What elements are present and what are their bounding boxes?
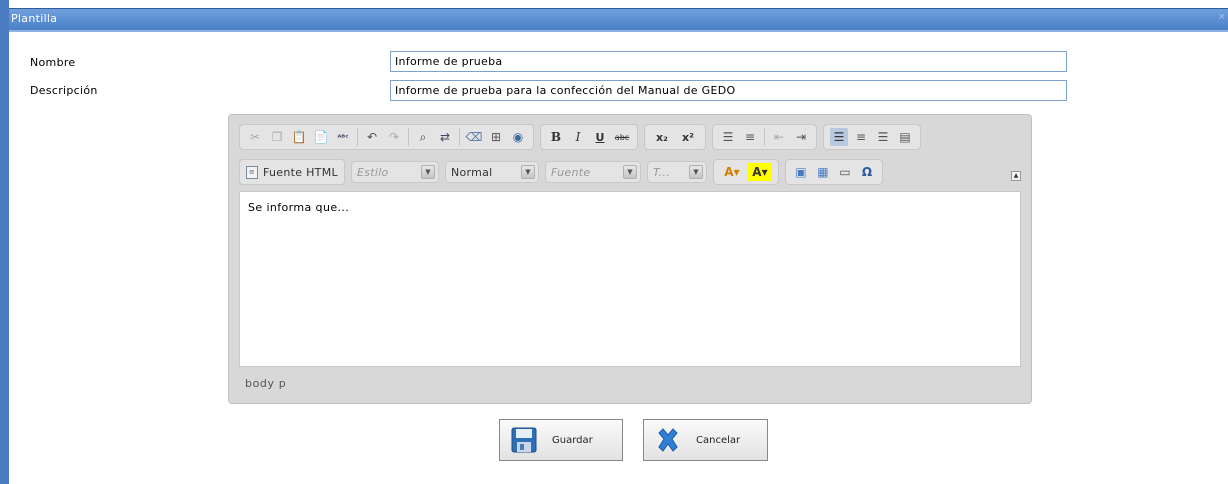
style-combo[interactable]: Estilo ▼ xyxy=(350,161,439,183)
replace-icon[interactable]: ⇄ xyxy=(436,128,454,146)
background-color-icon[interactable]: A▾ xyxy=(747,163,772,181)
rich-text-editor: ✂ ❐ 📋 📄 ᴬᴮᶜ ↶ ↷ ⌕ ⇄ ⌫ ⊞ ◉ B I U abc x₂ x… xyxy=(228,114,1032,404)
descripcion-input[interactable]: Informe de prueba para la confección del… xyxy=(390,80,1067,101)
outdent-icon[interactable]: ⇤ xyxy=(770,128,788,146)
undo-icon[interactable]: ↶ xyxy=(363,128,381,146)
insert-group: ▣ ▦ ▭ Ω xyxy=(784,159,883,185)
subscript-button[interactable]: x₂ xyxy=(651,128,673,146)
strikethrough-button[interactable]: abc xyxy=(613,128,631,146)
font-combo-label: Fuente xyxy=(550,165,591,179)
script-group: x₂ x² xyxy=(644,124,706,150)
editor-toolbar-row-1: ✂ ❐ 📋 📄 ᴬᴮᶜ ↶ ↷ ⌕ ⇄ ⌫ ⊞ ◉ B I U abc x₂ x… xyxy=(239,124,927,150)
text-color-icon[interactable]: A▾ xyxy=(720,163,744,181)
save-button-label: Guardar xyxy=(552,434,593,446)
style-combo-label: Estilo xyxy=(356,165,389,179)
color-group: A▾ A▾ xyxy=(712,159,779,185)
font-combo[interactable]: Fuente ▼ xyxy=(544,161,641,183)
select-all-icon[interactable]: ⊞ xyxy=(487,128,505,146)
cut-icon[interactable]: ✂ xyxy=(246,128,264,146)
source-html-button[interactable]: ≡ Fuente HTML xyxy=(242,161,342,183)
toolbar-separator xyxy=(459,128,460,146)
align-center-icon[interactable]: ≡ xyxy=(852,128,870,146)
table-icon[interactable]: ▦ xyxy=(814,163,832,181)
floppy-disk-icon xyxy=(510,426,538,454)
web-check-icon[interactable]: ◉ xyxy=(509,128,527,146)
underline-button[interactable]: U xyxy=(591,128,609,146)
window-titlebar: Plantilla × xyxy=(9,8,1228,30)
align-group: ☰ ≡ ☰ ▤ xyxy=(823,124,921,150)
size-combo[interactable]: T... ▼ xyxy=(646,161,707,183)
format-combo-label: Normal xyxy=(450,165,493,179)
editor-toolbar-row-2: ≡ Fuente HTML Estilo ▼ Normal ▼ Fuente ▼… xyxy=(239,159,889,185)
size-combo-label: T... xyxy=(652,165,671,179)
window-title: Plantilla xyxy=(11,12,58,25)
source-icon: ≡ xyxy=(246,165,258,179)
element-path: body p xyxy=(245,377,287,390)
toolbar-separator xyxy=(357,128,358,146)
indent-icon[interactable]: ⇥ xyxy=(792,128,810,146)
italic-button[interactable]: I xyxy=(569,128,587,146)
image-icon[interactable]: ▣ xyxy=(792,163,810,181)
cancel-button-label: Cancelar xyxy=(696,434,741,446)
toolbar-separator xyxy=(764,128,765,146)
special-char-icon[interactable]: Ω xyxy=(858,163,876,181)
close-icon[interactable]: × xyxy=(1218,12,1226,24)
bulleted-list-icon[interactable]: ≡ xyxy=(741,128,759,146)
save-button[interactable]: Guardar xyxy=(499,419,623,461)
source-html-label: Fuente HTML xyxy=(263,165,338,179)
chevron-down-icon: ▼ xyxy=(420,165,435,179)
horizontal-rule-icon[interactable]: ▭ xyxy=(836,163,854,181)
toolbar-separator xyxy=(408,128,409,146)
paste-text-icon[interactable]: 📄 xyxy=(312,128,330,146)
redo-icon[interactable]: ↷ xyxy=(385,128,403,146)
format-combo[interactable]: Normal ▼ xyxy=(444,161,539,183)
clipboard-group: ✂ ❐ 📋 📄 ᴬᴮᶜ ↶ ↷ ⌕ ⇄ ⌫ ⊞ ◉ xyxy=(239,124,534,150)
close-x-icon xyxy=(654,426,682,454)
chevron-down-icon: ▼ xyxy=(622,165,637,179)
chevron-down-icon: ▼ xyxy=(688,165,703,179)
paste-icon[interactable]: 📋 xyxy=(290,128,308,146)
align-right-icon[interactable]: ☰ xyxy=(874,128,892,146)
source-group: ≡ Fuente HTML xyxy=(239,159,345,185)
spellcheck-icon[interactable]: ᴬᴮᶜ xyxy=(334,128,352,146)
superscript-button[interactable]: x² xyxy=(677,128,699,146)
window-left-border xyxy=(0,0,9,484)
nombre-input[interactable]: Informe de prueba xyxy=(390,51,1067,72)
list-group: ☰ ≡ ⇤ ⇥ xyxy=(712,124,817,150)
nombre-label: Nombre xyxy=(30,56,76,69)
cancel-button[interactable]: Cancelar xyxy=(643,419,768,461)
copy-icon[interactable]: ❐ xyxy=(268,128,286,146)
titlebar-divider xyxy=(9,30,1228,32)
collapse-toolbar-icon[interactable]: ▲ xyxy=(1011,171,1021,181)
align-justify-icon[interactable]: ▤ xyxy=(896,128,914,146)
editor-content[interactable]: Se informa que... xyxy=(239,191,1021,367)
descripcion-label: Descripción xyxy=(30,84,98,97)
basic-format-group: B I U abc xyxy=(540,124,638,150)
numbered-list-icon[interactable]: ☰ xyxy=(719,128,737,146)
chevron-down-icon: ▼ xyxy=(520,165,535,179)
bold-button[interactable]: B xyxy=(547,128,565,146)
align-left-icon[interactable]: ☰ xyxy=(830,128,848,146)
plantilla-window: Plantilla × Nombre Informe de prueba Des… xyxy=(0,0,1228,484)
remove-format-icon[interactable]: ⌫ xyxy=(465,128,483,146)
find-icon[interactable]: ⌕ xyxy=(414,128,432,146)
